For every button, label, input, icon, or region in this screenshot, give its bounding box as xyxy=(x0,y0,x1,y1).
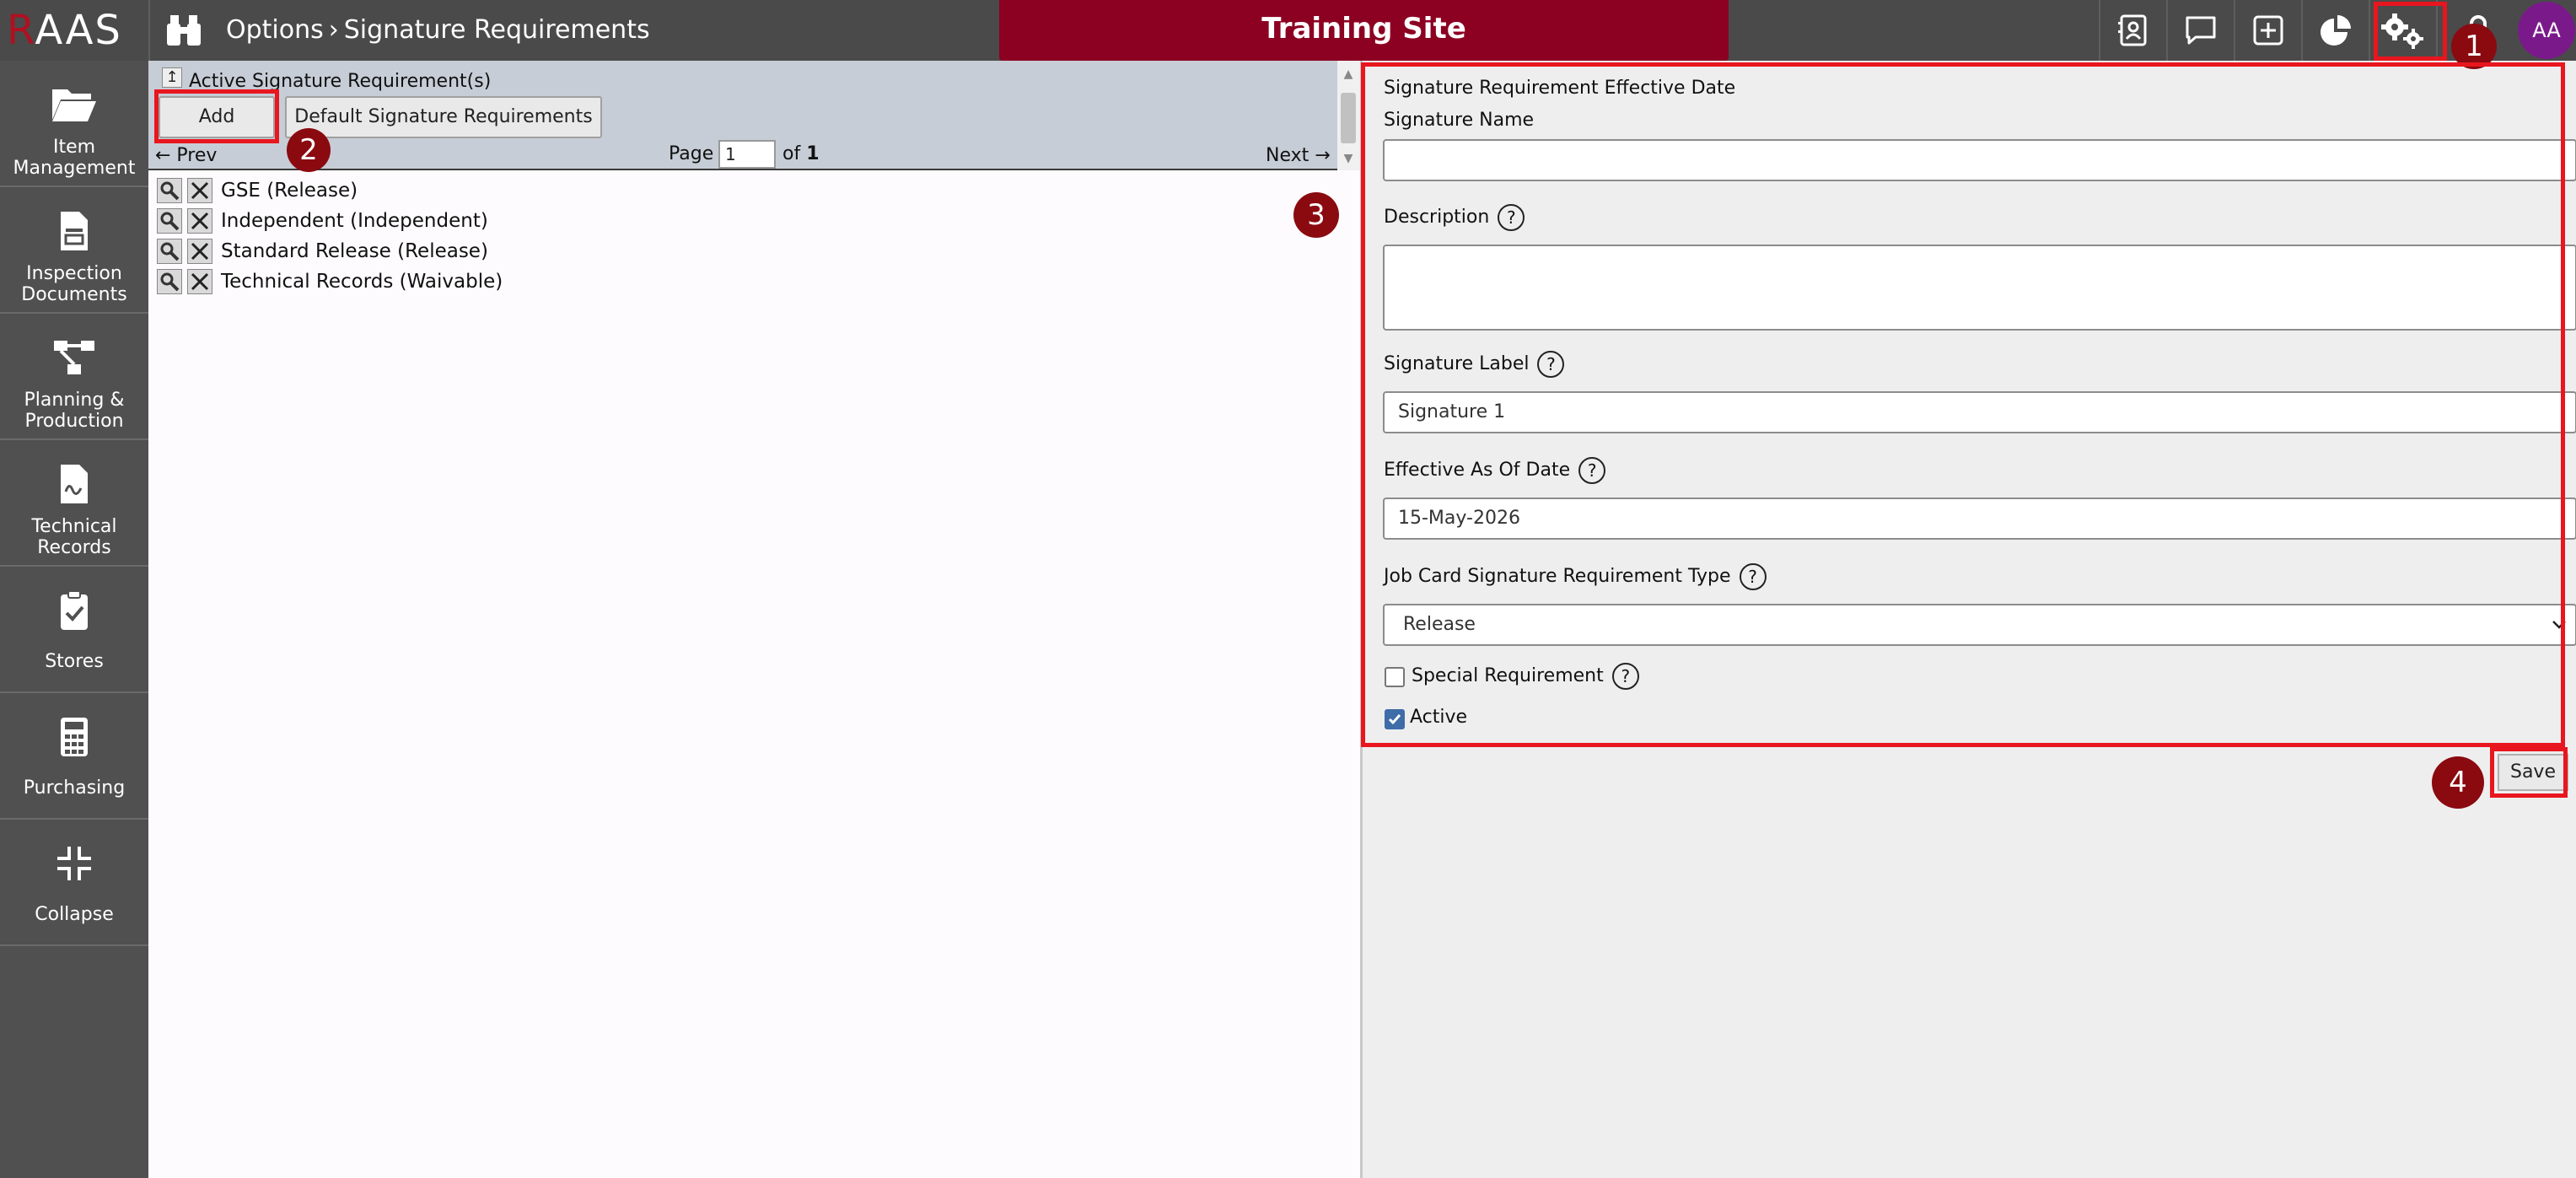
next-page-link[interactable]: Next → xyxy=(1266,145,1331,166)
delete-x-icon[interactable] xyxy=(187,178,212,203)
breadcrumb-root[interactable]: Options xyxy=(226,15,324,45)
view-magnifier-icon[interactable] xyxy=(157,239,182,264)
list-item-label: GSE (Release) xyxy=(221,180,358,202)
binoculars-icon[interactable] xyxy=(165,13,202,47)
up-arrow-icon[interactable]: ↥ xyxy=(162,67,182,88)
site-banner: Training Site xyxy=(999,0,1729,61)
user-avatar[interactable]: AA xyxy=(2518,2,2575,59)
list-item-label: Standard Release (Release) xyxy=(221,240,488,262)
sidebar-item-label: Item Management xyxy=(13,137,136,179)
sidebar-item-label: Planning & Production xyxy=(24,390,125,432)
annotation-box-settings xyxy=(2374,2,2447,61)
sidebar-item-inspection-documents[interactable]: Inspection Documents xyxy=(0,187,148,314)
list-item: GSE (Release) xyxy=(157,176,831,205)
sidebar-item-planning-production[interactable]: Planning & Production xyxy=(0,314,148,440)
sidebar-item-purchasing[interactable]: Purchasing xyxy=(0,693,148,820)
add-icon[interactable] xyxy=(2234,0,2301,61)
divider xyxy=(148,0,150,61)
sidebar-item-technical-records[interactable]: Technical Records xyxy=(0,440,148,567)
calculator-icon xyxy=(49,712,99,762)
list-item: Independent (Independent) xyxy=(157,207,831,235)
annotation-box-save xyxy=(2490,747,2568,798)
page-number-input[interactable]: 1 xyxy=(718,140,776,169)
workflow-icon xyxy=(49,332,99,383)
pie-chart-icon[interactable] xyxy=(2301,0,2369,61)
prev-page-link[interactable]: ← Prev xyxy=(155,145,217,166)
list-item-label: Technical Records (Waivable) xyxy=(221,271,503,293)
sidebar-item-label: Purchasing xyxy=(23,777,126,799)
raas-logo[interactable]: RAAS xyxy=(7,5,122,56)
annotation-badge: 3 xyxy=(1293,192,1339,238)
top-bar: RAAS Options › Signature Requirements Trai… xyxy=(0,0,2576,61)
sidebar-item-stores[interactable]: Stores xyxy=(0,567,148,693)
signed-document-icon xyxy=(49,459,99,509)
breadcrumb-separator: › xyxy=(328,15,339,45)
scrollbar-thumb[interactable] xyxy=(1341,93,1356,143)
page-total: of 1 xyxy=(782,143,820,164)
sidebar-item-label: Collapse xyxy=(35,904,114,925)
folder-open-icon xyxy=(49,79,99,130)
clipboard-check-icon xyxy=(49,585,99,636)
contacts-icon[interactable] xyxy=(2099,0,2166,61)
view-magnifier-icon[interactable] xyxy=(157,208,182,234)
sidebar-item-label: Technical Records xyxy=(31,516,117,558)
annotation-badge: 4 xyxy=(2432,756,2484,809)
scroll-up-icon[interactable]: ▲ xyxy=(1339,67,1358,83)
annotation-badge: 2 xyxy=(287,128,331,172)
view-magnifier-icon[interactable] xyxy=(157,178,182,203)
delete-x-icon[interactable] xyxy=(187,208,212,234)
requirements-list-panel: ↥ Active Signature Requirement(s) Add De… xyxy=(148,61,1360,1178)
sidebar-item-label: Stores xyxy=(45,651,104,672)
delete-x-icon[interactable] xyxy=(187,269,212,294)
breadcrumb: Options › Signature Requirements xyxy=(226,0,650,61)
list-item: Standard Release (Release) xyxy=(157,237,831,266)
list-item: Technical Records (Waivable) xyxy=(157,267,831,296)
view-magnifier-icon[interactable] xyxy=(157,269,182,294)
document-icon xyxy=(49,206,99,256)
annotation-box-form xyxy=(1361,62,2565,747)
sidebar-item-item-management[interactable]: Item Management xyxy=(0,61,148,187)
sidebar-item-collapse[interactable]: Collapse xyxy=(0,820,148,946)
sidebar: Item Management Inspection Documents Plann… xyxy=(0,61,148,1178)
default-signature-requirements-button[interactable]: Default Signature Requirements xyxy=(285,96,602,138)
scroll-down-icon[interactable]: ▼ xyxy=(1339,152,1358,167)
list-item-label: Independent (Independent) xyxy=(221,210,488,232)
breadcrumb-current: Signature Requirements xyxy=(343,15,650,45)
sidebar-item-label: Inspection Documents xyxy=(21,263,127,305)
annotation-box-add xyxy=(154,89,279,143)
chat-icon[interactable] xyxy=(2166,0,2234,61)
delete-x-icon[interactable] xyxy=(187,239,212,264)
logo-text: AAS xyxy=(35,7,122,54)
page-label: Page xyxy=(669,143,714,164)
collapse-icon xyxy=(49,838,99,889)
logo-r: R xyxy=(7,7,35,54)
